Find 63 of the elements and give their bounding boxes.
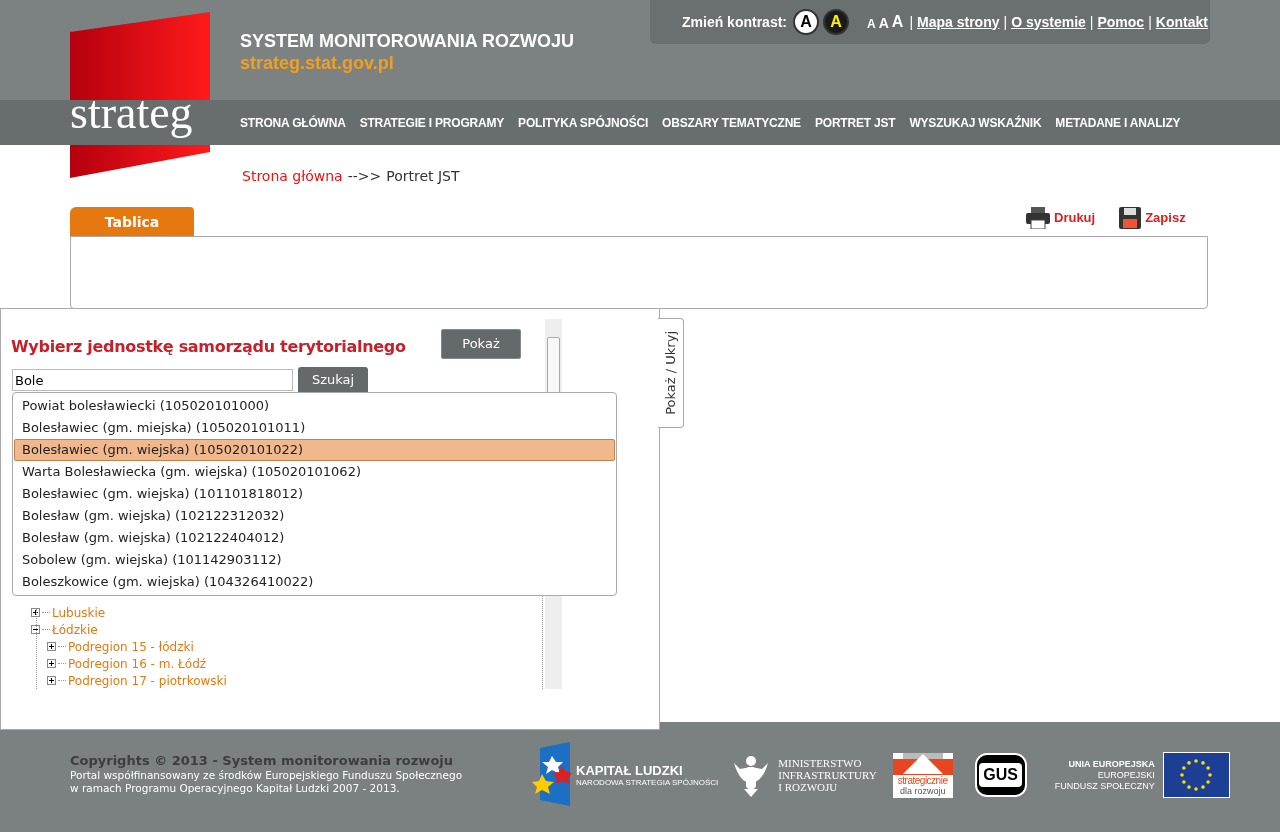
site-title: SYSTEM MONITOROWANIA ROZWOJU [240,30,574,52]
expand-icon[interactable] [31,608,40,617]
suggestion-item[interactable]: Sobolew (gm. wiejska) (101142903112) [14,549,615,571]
nav-link[interactable]: STRONA GŁÓWNA [240,113,346,132]
tree-item[interactable]: Podregion 17 - piotrkowski [68,671,227,690]
tab[interactable]: Tablica [70,207,194,237]
separator: | [1003,12,1008,32]
nav-link[interactable]: PORTRET JST [814,113,896,132]
breadcrumb-current: Portret JST [386,167,460,186]
font-size-button[interactable]: A [867,18,876,30]
tree-item[interactable]: Łódzkie [52,620,98,639]
collapse-icon[interactable] [31,625,40,634]
contrast-button[interactable]: A [793,9,819,35]
ministry-logo[interactable]: MINISTERSTWO INFRASTRUKTURY I ROZWOJU [732,753,877,797]
suggestion-item[interactable]: Bolesławiec (gm. wiejska) (105020101022) [14,439,615,461]
separator: | [1089,12,1094,32]
top-link[interactable]: Mapa strony [917,11,1000,33]
print-button[interactable]: Drukuj [1026,207,1096,229]
top-link[interactable]: O systemie [1011,11,1086,33]
top-link[interactable]: Kontakt [1155,11,1208,33]
suggestion-item[interactable]: Bolesław (gm. wiejska) (102122404012) [14,527,615,549]
suggestion-item[interactable]: Boleszkowice (gm. wiejska) (104326410022) [14,571,615,593]
funding-note: Portal współfinansowany ze środków Europejskiego Funduszu Społecznego w ramach Programu Operacyjnego Kapitał Ludzki 2007 - 2013. [70,769,463,795]
tree-item[interactable]: Podregion 15 - łódzki [68,637,194,656]
show-button[interactable]: Pokaż [441,329,521,359]
expand-icon[interactable] [47,642,56,651]
nav-link[interactable]: OBSZARY TEMATYCZNE [662,113,801,132]
tree-item[interactable]: Podregion 16 - m. Łódź [68,654,207,673]
site-url: strateg.stat.gov.pl [240,52,395,74]
nav-link[interactable]: STRATEGIE I PROGRAMY [359,113,505,132]
search-field[interactable]: Bole [12,369,293,391]
printer-icon [1026,207,1050,229]
contrast-button[interactable]: A [823,9,849,35]
top-link[interactable]: Pomoc [1097,11,1145,33]
copyright-text: Copyrights © 2013 - System monitorowania rozwoju [70,753,455,769]
toggle-tab[interactable]: Pokaż / Ukryj [658,318,684,428]
suggestion-item[interactable]: Bolesławiec (gm. wiejska) (101101818012) [14,483,615,505]
gus-logo[interactable]: GUS [974,753,1027,797]
panel-title: Wybierz jednostkę samorządu terytorialnego [11,336,406,358]
nav-link[interactable]: METADANE I ANALIZY [1055,113,1181,132]
save-button[interactable]: Zapisz [1119,207,1186,229]
font-size-button[interactable]: A [891,14,904,30]
expand-icon[interactable] [47,659,56,668]
contrast-label: Zmień kontrast: [682,12,787,32]
breadcrumb-link[interactable]: Strona główna [242,166,343,187]
nav-link[interactable]: POLITYKA SPÓJNOŚCI [518,113,649,132]
strategicznie-logo[interactable]: strategicznie dla rozwoju [892,752,953,798]
separator: | [909,12,913,32]
suggestion-item[interactable]: Bolesławiec (gm. miejska) (105020101011) [14,417,615,439]
expand-icon[interactable] [47,676,56,685]
suggestion-item[interactable]: Bolesław (gm. wiejska) (102122312032) [14,505,615,527]
eu-flag-icon [1162,752,1230,798]
font-size-button[interactable]: A [878,16,889,30]
suggestion-item[interactable]: Powiat bolesławiecki (105020101000) [14,395,615,417]
tree-item[interactable]: Lubuskie [52,603,106,622]
eu-logo[interactable]: UNIA EUROPEJSKA EUROPEJSKI FUNDUSZ SPOŁECZNY [1054,752,1230,798]
breadcrumb-separator: -->> [347,167,382,186]
separator: | [1148,12,1152,32]
kapital-ludzki-logo[interactable]: KAPITAŁ LUDZKI NARODOWA STRATEGIA SPÓJNOŚCI [532,742,719,808]
nav-link[interactable]: WYSZUKAJ WSKAŹNIK [909,113,1042,132]
strateg-logo[interactable]: strateg [70,12,210,178]
search-button[interactable]: Szukaj [298,367,368,393]
suggestion-item[interactable]: Warta Bolesławiecka (gm. wiejska) (105020101062) [14,461,615,483]
